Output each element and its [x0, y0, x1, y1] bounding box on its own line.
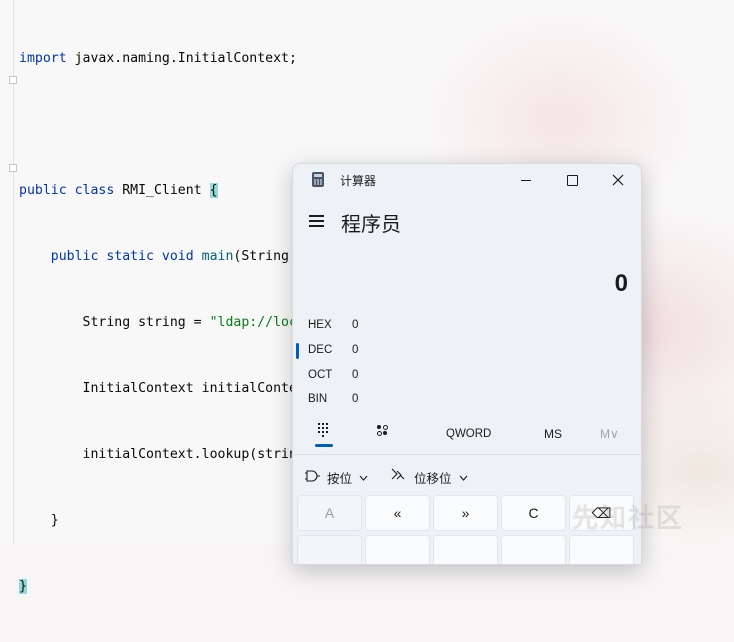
radix-oct[interactable]: OCT 0: [293, 365, 641, 389]
radix-value: 0: [352, 344, 359, 356]
maximize-button[interactable]: [549, 164, 595, 196]
key-right-shift[interactable]: »: [433, 495, 498, 531]
window-title: 计算器: [340, 174, 377, 188]
close-icon: [612, 174, 624, 186]
bitshift-button[interactable]: 位移位: [414, 468, 452, 487]
memory-list-button[interactable]: M∨: [600, 427, 619, 441]
calculator-titlebar[interactable]: 计算器: [293, 164, 641, 196]
chevron-down-icon: [359, 475, 368, 481]
radix-dec[interactable]: DEC 0: [293, 340, 641, 364]
minimize-button[interactable]: [503, 164, 549, 196]
radix-value: 0: [352, 393, 359, 405]
word-size-button[interactable]: QWORD: [446, 428, 491, 440]
full-keypad-icon[interactable]: [317, 423, 331, 437]
radix-label: BIN: [308, 393, 328, 405]
radix-label: DEC: [308, 344, 333, 356]
bitwise-button[interactable]: 按位: [327, 468, 352, 487]
keypad-tabs: QWORD MS M∨: [293, 419, 641, 449]
minimize-icon: [521, 179, 531, 181]
bitshift-icon: [391, 468, 405, 480]
key-a[interactable]: A: [297, 495, 362, 531]
fold-marker[interactable]: [9, 164, 17, 172]
mode-title: 程序员: [341, 214, 401, 236]
key-left-shift[interactable]: «: [365, 495, 430, 531]
chevron-down-icon: [459, 475, 468, 481]
radix-bin[interactable]: BIN 0: [293, 389, 641, 413]
maximize-icon: [566, 174, 578, 186]
hamburger-menu-icon[interactable]: [309, 215, 324, 227]
radix-label: OCT: [308, 369, 333, 381]
watermark: 先知社区: [572, 503, 685, 533]
radix-label: HEX: [308, 319, 332, 331]
fold-marker[interactable]: [9, 76, 17, 84]
active-tab-indicator: [315, 444, 333, 447]
calculator-app-icon: [312, 172, 324, 187]
bit-toggle-keypad-icon[interactable]: [377, 425, 389, 437]
selected-indicator: [296, 343, 299, 359]
bitwise-icon: [305, 470, 320, 482]
code-line-1: import javax.naming.InitialContext;: [19, 51, 297, 66]
memory-store-button[interactable]: MS: [544, 427, 562, 441]
key-row2[interactable]: [365, 535, 430, 564]
radix-value: 0: [352, 369, 359, 381]
radix-value: 0: [352, 319, 359, 331]
close-button[interactable]: [595, 164, 641, 196]
key-row2[interactable]: [297, 535, 362, 564]
code-line-9: }: [19, 579, 27, 594]
display-value: 0: [614, 270, 628, 297]
key-row2[interactable]: [569, 535, 634, 564]
operations-row: 按位 位移位: [293, 464, 641, 490]
radix-hex[interactable]: HEX 0: [293, 315, 641, 339]
key-clear[interactable]: C: [501, 495, 566, 531]
key-row2[interactable]: [501, 535, 566, 564]
key-row2[interactable]: [433, 535, 498, 564]
divider: [293, 454, 641, 455]
